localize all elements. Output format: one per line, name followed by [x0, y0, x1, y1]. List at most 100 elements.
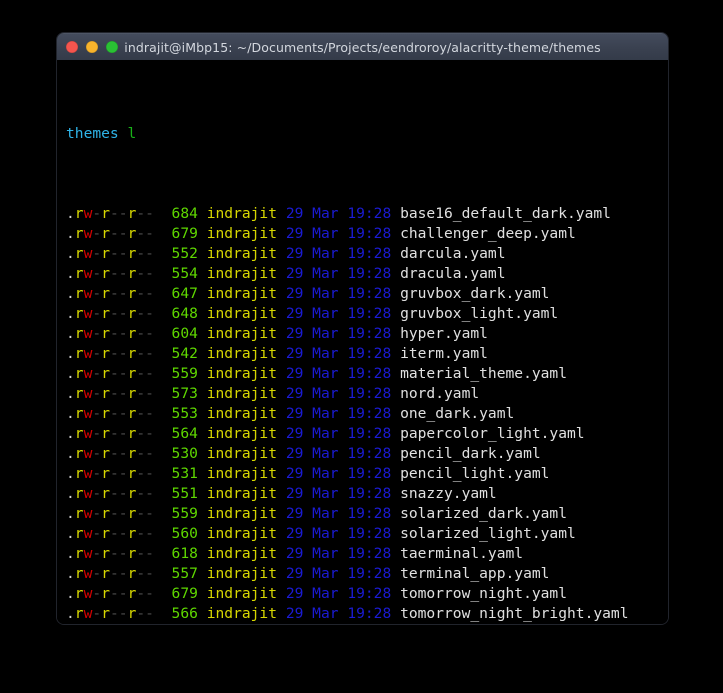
file-permissions: .rw-r--r--	[66, 205, 154, 222]
file-owner: indrajit	[206, 325, 278, 342]
minimize-button[interactable]	[86, 41, 98, 53]
file-row[interactable]: .rw-r--r-- 647 indrajit 29 Mar 19:28 gru…	[57, 284, 668, 304]
file-date: 29 Mar	[285, 205, 339, 222]
file-size: 530	[162, 445, 198, 462]
prompt-line-top: themes l	[57, 124, 668, 144]
file-name[interactable]: material_theme.yaml	[400, 365, 567, 382]
file-size: 564	[162, 425, 198, 442]
file-name[interactable]: papercolor_light.yaml	[400, 425, 585, 442]
file-name[interactable]: tomorrow_night.yaml	[400, 585, 567, 602]
terminal-window[interactable]: indrajit@iMbp15: ~/Documents/Projects/ee…	[57, 33, 668, 624]
file-date: 29 Mar	[285, 465, 339, 482]
file-permissions: .rw-r--r--	[66, 405, 154, 422]
file-time: 19:28	[347, 585, 392, 602]
file-row[interactable]: .rw-r--r-- 679 indrajit 29 Mar 19:28 tom…	[57, 584, 668, 604]
file-date: 29 Mar	[285, 385, 339, 402]
file-permissions: .rw-r--r--	[66, 385, 154, 402]
file-time: 19:28	[347, 545, 392, 562]
file-owner: indrajit	[206, 405, 278, 422]
file-owner: indrajit	[206, 425, 278, 442]
file-date: 29 Mar	[285, 585, 339, 602]
window-title: indrajit@iMbp15: ~/Documents/Projects/ee…	[124, 39, 601, 55]
file-size: 684	[162, 205, 198, 222]
file-time: 19:28	[347, 325, 392, 342]
file-time: 19:28	[347, 525, 392, 542]
file-name[interactable]: pencil_light.yaml	[400, 465, 549, 482]
file-time: 19:28	[347, 385, 392, 402]
file-time: 19:28	[347, 205, 392, 222]
file-permissions: .rw-r--r--	[66, 585, 154, 602]
file-name[interactable]: hyper.yaml	[400, 325, 488, 342]
file-row[interactable]: .rw-r--r-- 530 indrajit 29 Mar 19:28 pen…	[57, 444, 668, 464]
file-row[interactable]: .rw-r--r-- 604 indrajit 29 Mar 19:28 hyp…	[57, 324, 668, 344]
file-size: 648	[162, 305, 198, 322]
file-permissions: .rw-r--r--	[66, 445, 154, 462]
file-date: 29 Mar	[285, 245, 339, 262]
file-row[interactable]: .rw-r--r-- 573 indrajit 29 Mar 19:28 nor…	[57, 384, 668, 404]
title-bar[interactable]: indrajit@iMbp15: ~/Documents/Projects/ee…	[57, 33, 668, 60]
file-name[interactable]: nord.yaml	[400, 385, 479, 402]
file-name[interactable]: solarized_light.yaml	[400, 525, 576, 542]
file-name[interactable]: gruvbox_light.yaml	[400, 305, 558, 322]
file-row[interactable]: .rw-r--r-- 552 indrajit 29 Mar 19:28 dar…	[57, 244, 668, 264]
file-name[interactable]: challenger_deep.yaml	[400, 225, 576, 242]
file-name[interactable]: darcula.yaml	[400, 245, 505, 262]
file-owner: indrajit	[206, 225, 278, 242]
file-permissions: .rw-r--r--	[66, 505, 154, 522]
file-owner: indrajit	[206, 345, 278, 362]
file-size: 559	[162, 505, 198, 522]
file-owner: indrajit	[206, 565, 278, 582]
file-time: 19:28	[347, 445, 392, 462]
file-name[interactable]: taerminal.yaml	[400, 545, 523, 562]
file-row[interactable]: .rw-r--r-- 684 indrajit 29 Mar 19:28 bas…	[57, 204, 668, 224]
file-row[interactable]: .rw-r--r-- 551 indrajit 29 Mar 19:28 sna…	[57, 484, 668, 504]
file-date: 29 Mar	[285, 545, 339, 562]
file-time: 19:28	[347, 405, 392, 422]
file-time: 19:28	[347, 505, 392, 522]
file-name[interactable]: one_dark.yaml	[400, 405, 514, 422]
file-permissions: .rw-r--r--	[66, 225, 154, 242]
file-name[interactable]: solarized_dark.yaml	[400, 505, 567, 522]
file-row[interactable]: .rw-r--r-- 559 indrajit 29 Mar 19:28 sol…	[57, 504, 668, 524]
file-owner: indrajit	[206, 205, 278, 222]
file-row[interactable]: .rw-r--r-- 559 indrajit 29 Mar 19:28 mat…	[57, 364, 668, 384]
file-row[interactable]: .rw-r--r-- 531 indrajit 29 Mar 19:28 pen…	[57, 464, 668, 484]
file-size: 553	[162, 405, 198, 422]
prompt-command: l	[127, 125, 137, 142]
file-name[interactable]: snazzy.yaml	[400, 485, 497, 502]
file-name[interactable]: base16_default_dark.yaml	[400, 205, 611, 222]
file-row[interactable]: .rw-r--r-- 542 indrajit 29 Mar 19:28 ite…	[57, 344, 668, 364]
file-name[interactable]: gruvbox_dark.yaml	[400, 285, 549, 302]
file-permissions: .rw-r--r--	[66, 245, 154, 262]
close-button[interactable]	[66, 41, 78, 53]
file-row[interactable]: .rw-r--r-- 557 indrajit 29 Mar 19:28 ter…	[57, 564, 668, 584]
file-name[interactable]: iterm.yaml	[400, 345, 488, 362]
file-owner: indrajit	[206, 245, 278, 262]
file-row[interactable]: .rw-r--r-- 553 indrajit 29 Mar 19:28 one…	[57, 404, 668, 424]
file-permissions: .rw-r--r--	[66, 265, 154, 282]
file-date: 29 Mar	[285, 605, 339, 622]
file-owner: indrajit	[206, 285, 278, 302]
window-controls	[57, 41, 118, 53]
file-row[interactable]: .rw-r--r-- 554 indrajit 29 Mar 19:28 dra…	[57, 264, 668, 284]
file-owner: indrajit	[206, 385, 278, 402]
file-date: 29 Mar	[285, 405, 339, 422]
file-size: 560	[162, 525, 198, 542]
file-name[interactable]: terminal_app.yaml	[400, 565, 549, 582]
file-date: 29 Mar	[285, 225, 339, 242]
file-name[interactable]: pencil_dark.yaml	[400, 445, 541, 462]
file-row[interactable]: .rw-r--r-- 560 indrajit 29 Mar 19:28 sol…	[57, 524, 668, 544]
file-row[interactable]: .rw-r--r-- 618 indrajit 29 Mar 19:28 tae…	[57, 544, 668, 564]
maximize-button[interactable]	[106, 41, 118, 53]
file-row[interactable]: .rw-r--r-- 566 indrajit 29 Mar 19:28 tom…	[57, 604, 668, 624]
file-row[interactable]: .rw-r--r-- 648 indrajit 29 Mar 19:28 gru…	[57, 304, 668, 324]
file-name[interactable]: dracula.yaml	[400, 265, 505, 282]
file-row[interactable]: .rw-r--r-- 679 indrajit 29 Mar 19:28 cha…	[57, 224, 668, 244]
file-name[interactable]: tomorrow_night_bright.yaml	[400, 605, 628, 622]
terminal-output[interactable]: themes l .rw-r--r-- 684 indrajit 29 Mar …	[57, 60, 668, 624]
file-time: 19:28	[347, 365, 392, 382]
file-permissions: .rw-r--r--	[66, 345, 154, 362]
file-owner: indrajit	[206, 485, 278, 502]
file-row[interactable]: .rw-r--r-- 564 indrajit 29 Mar 19:28 pap…	[57, 424, 668, 444]
file-owner: indrajit	[206, 585, 278, 602]
